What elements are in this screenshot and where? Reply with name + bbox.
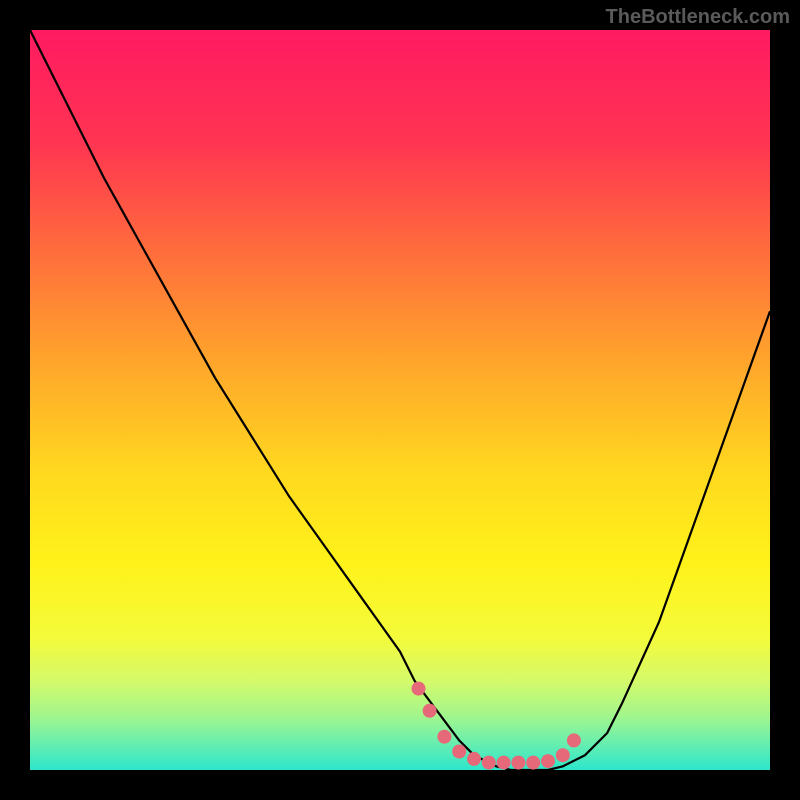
marker-dot xyxy=(482,756,496,770)
chart-container xyxy=(30,30,770,770)
marker-dot xyxy=(541,754,555,768)
marker-dot xyxy=(567,733,581,747)
watermark-text: TheBottleneck.com xyxy=(606,6,790,29)
chart-svg xyxy=(30,30,770,770)
marker-dot xyxy=(423,704,437,718)
marker-dot xyxy=(511,756,525,770)
marker-dot xyxy=(437,730,451,744)
marker-dot xyxy=(412,682,426,696)
marker-dot xyxy=(467,752,481,766)
marker-dot xyxy=(556,748,570,762)
gradient-background xyxy=(30,30,770,770)
marker-dot xyxy=(452,745,466,759)
marker-dot xyxy=(526,756,540,770)
marker-dot xyxy=(497,756,511,770)
